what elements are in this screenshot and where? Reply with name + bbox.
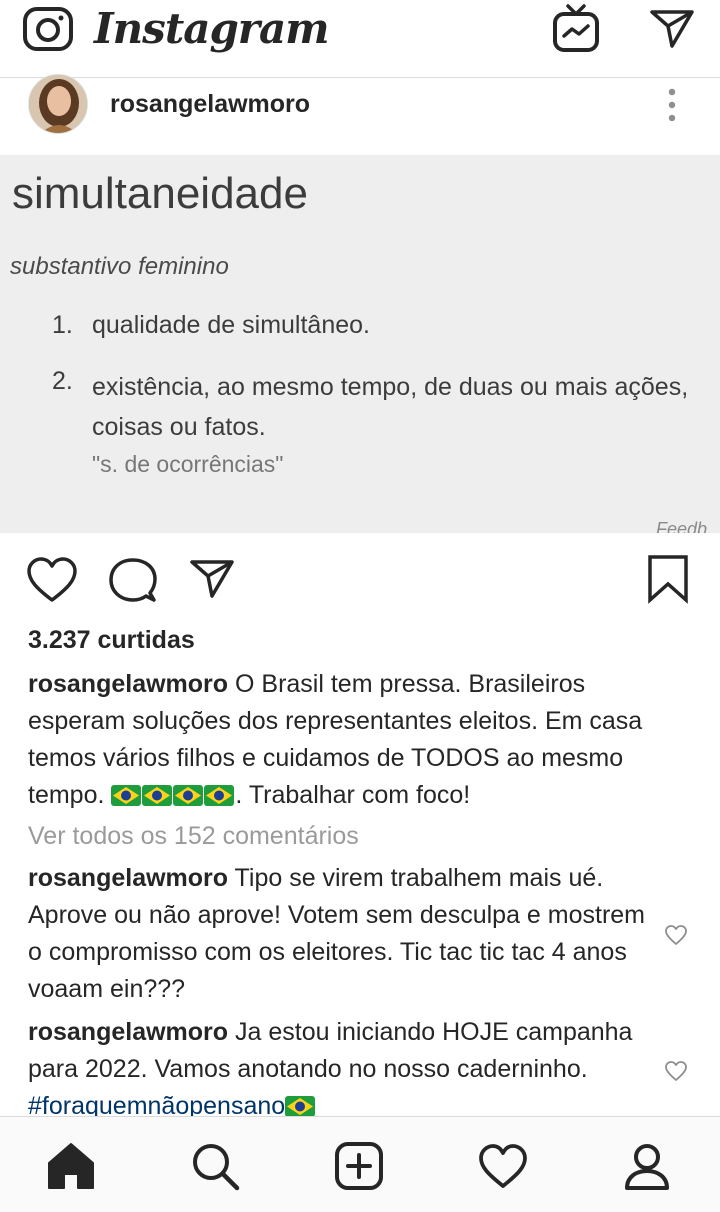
- post-image[interactable]: simultaneidade substantivo feminino 1. q…: [0, 155, 720, 533]
- profile-icon[interactable]: [622, 1141, 672, 1191]
- definition-text: qualidade de simultâneo.: [92, 311, 370, 339]
- brazil-flag-icon: [111, 785, 142, 806]
- post-caption: rosangelawmoro O Brasil tem pressa. Bras…: [28, 666, 688, 814]
- search-icon[interactable]: [190, 1141, 240, 1191]
- definition-example: "s. de ocorrências": [92, 451, 284, 477]
- bookmark-icon[interactable]: [646, 554, 690, 604]
- comment-item: rosangelawmoro Ja estou iniciando HOJE c…: [28, 1014, 648, 1125]
- brazil-flag-icon: [142, 785, 173, 806]
- comment-like-heart-icon[interactable]: [664, 924, 688, 946]
- comment-icon[interactable]: [108, 556, 158, 604]
- more-options-icon[interactable]: [666, 88, 678, 122]
- activity-heart-icon[interactable]: [478, 1141, 528, 1191]
- share-icon[interactable]: [188, 556, 236, 600]
- post-username[interactable]: rosangelawmoro: [110, 90, 310, 119]
- comment-item: rosangelawmoro Tipo se virem trabalhem m…: [28, 860, 648, 1008]
- definition-number: 2.: [52, 367, 73, 395]
- avatar-image: [29, 75, 87, 133]
- igtv-icon[interactable]: [552, 2, 600, 54]
- post-header: [0, 78, 720, 154]
- view-all-comments-link[interactable]: Ver todos os 152 comentários: [28, 822, 359, 851]
- caption-text-end: . Trabalhar com foco!: [235, 781, 471, 809]
- camera-icon[interactable]: [22, 6, 74, 52]
- comment-username[interactable]: rosangelawmoro: [28, 1018, 228, 1046]
- direct-message-icon[interactable]: [648, 6, 696, 50]
- heart-icon[interactable]: [26, 556, 78, 604]
- brazil-flag-icon: [204, 785, 235, 806]
- definition-number: 1.: [52, 311, 73, 339]
- word-class: substantivo feminino: [10, 253, 229, 280]
- dictionary-word: simultaneidade: [12, 169, 308, 218]
- brazil-flags: [111, 781, 235, 809]
- likes-count[interactable]: 3.237 curtidas: [28, 626, 195, 655]
- home-icon[interactable]: [46, 1141, 96, 1191]
- brazil-flag-icon: [173, 785, 204, 806]
- brazil-flag-icon: [285, 1096, 316, 1117]
- instagram-logo: Instagram: [94, 4, 330, 53]
- feedback-label: Feedb: [656, 519, 708, 533]
- caption-username[interactable]: rosangelawmoro: [28, 670, 228, 698]
- definition-text: existência, ao mesmo tempo, de duas ou m…: [92, 373, 689, 441]
- comment-like-heart-icon[interactable]: [664, 1060, 688, 1082]
- comment-username[interactable]: rosangelawmoro: [28, 864, 228, 892]
- top-bar: Instagram: [0, 0, 720, 78]
- bottom-nav: [0, 1116, 720, 1212]
- avatar[interactable]: [28, 74, 88, 134]
- add-post-icon[interactable]: [334, 1141, 384, 1191]
